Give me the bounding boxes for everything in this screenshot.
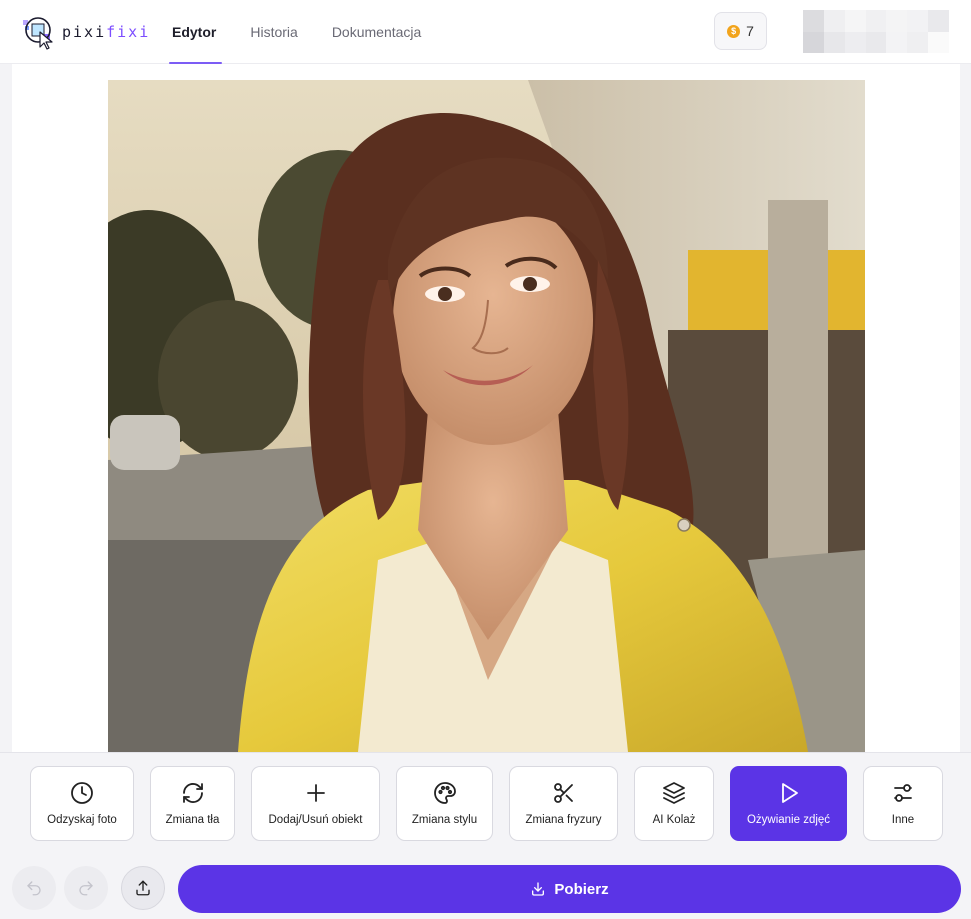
tool-zmiana-fryzury[interactable]: Zmiana fryzury <box>509 766 618 841</box>
tool-zmiana-stylu[interactable]: Zmiana stylu <box>396 766 493 841</box>
redo-button[interactable] <box>64 866 108 910</box>
tool-label: Zmiana fryzury <box>525 814 602 826</box>
tool-ozywianie-zdjec[interactable]: Ożywianie zdjęć <box>730 766 847 841</box>
tool-label: Inne <box>891 814 915 826</box>
app-header: pixifixi Edytor Historia Dokumentacja $ … <box>0 0 971 64</box>
sliders-icon <box>894 784 912 802</box>
user-account-blurred[interactable] <box>803 10 949 53</box>
nav-item-historia[interactable]: Historia <box>244 0 303 64</box>
editor-canvas <box>12 64 960 752</box>
logo-text-part1: pixi <box>62 23 107 41</box>
coin-icon: $ <box>727 24 741 38</box>
redo-icon <box>79 881 93 896</box>
credits-count: 7 <box>746 23 754 39</box>
tool-dodaj-usun-obiekt[interactable]: Dodaj/Usuń obiekt <box>251 766 380 841</box>
scissors-icon <box>553 783 573 803</box>
download-button[interactable]: Pobierz <box>178 865 961 913</box>
nav-item-edytor[interactable]: Edytor <box>166 0 223 64</box>
tool-label: Odzyskaj foto <box>47 814 117 826</box>
tool-zmiana-tla[interactable]: Zmiana tła <box>150 766 235 841</box>
tool-label: Ożywianie zdjęć <box>746 814 831 826</box>
tool-odzyskaj-foto[interactable]: Odzyskaj foto <box>30 766 134 841</box>
undo-button[interactable] <box>12 866 56 910</box>
tool-label: Dodaj/Usuń obiekt <box>268 814 363 826</box>
refresh-icon <box>182 783 203 803</box>
tool-panel: Odzyskaj foto Zmiana tła Dodaj/Usuń obie… <box>0 752 971 919</box>
upload-button[interactable] <box>121 866 165 910</box>
logo-icon <box>22 14 58 50</box>
download-label: Pobierz <box>554 880 609 898</box>
main-nav: Edytor Historia Dokumentacja <box>166 0 449 64</box>
play-icon <box>781 783 798 803</box>
tool-label: Zmiana tła <box>165 814 220 826</box>
clock-icon <box>71 782 93 804</box>
tool-inne[interactable]: Inne <box>863 766 943 841</box>
credits-badge[interactable]: $ 7 <box>714 12 767 50</box>
layers-icon <box>663 782 685 804</box>
upload-icon <box>136 880 150 896</box>
edited-photo <box>108 80 865 752</box>
logo-text: pixifixi <box>62 23 150 41</box>
plus-icon <box>306 784 325 802</box>
nav-item-dokumentacja[interactable]: Dokumentacja <box>326 0 428 64</box>
undo-icon <box>27 881 41 896</box>
tool-ai-kolaz[interactable]: AI Kolaż <box>634 766 714 841</box>
tool-label: AI Kolaż <box>652 814 696 826</box>
logo[interactable]: pixifixi <box>22 12 150 52</box>
palette-icon <box>433 782 456 804</box>
logo-text-part2: fixi <box>106 23 151 41</box>
download-icon <box>532 882 545 896</box>
tool-label: Zmiana stylu <box>411 814 478 826</box>
